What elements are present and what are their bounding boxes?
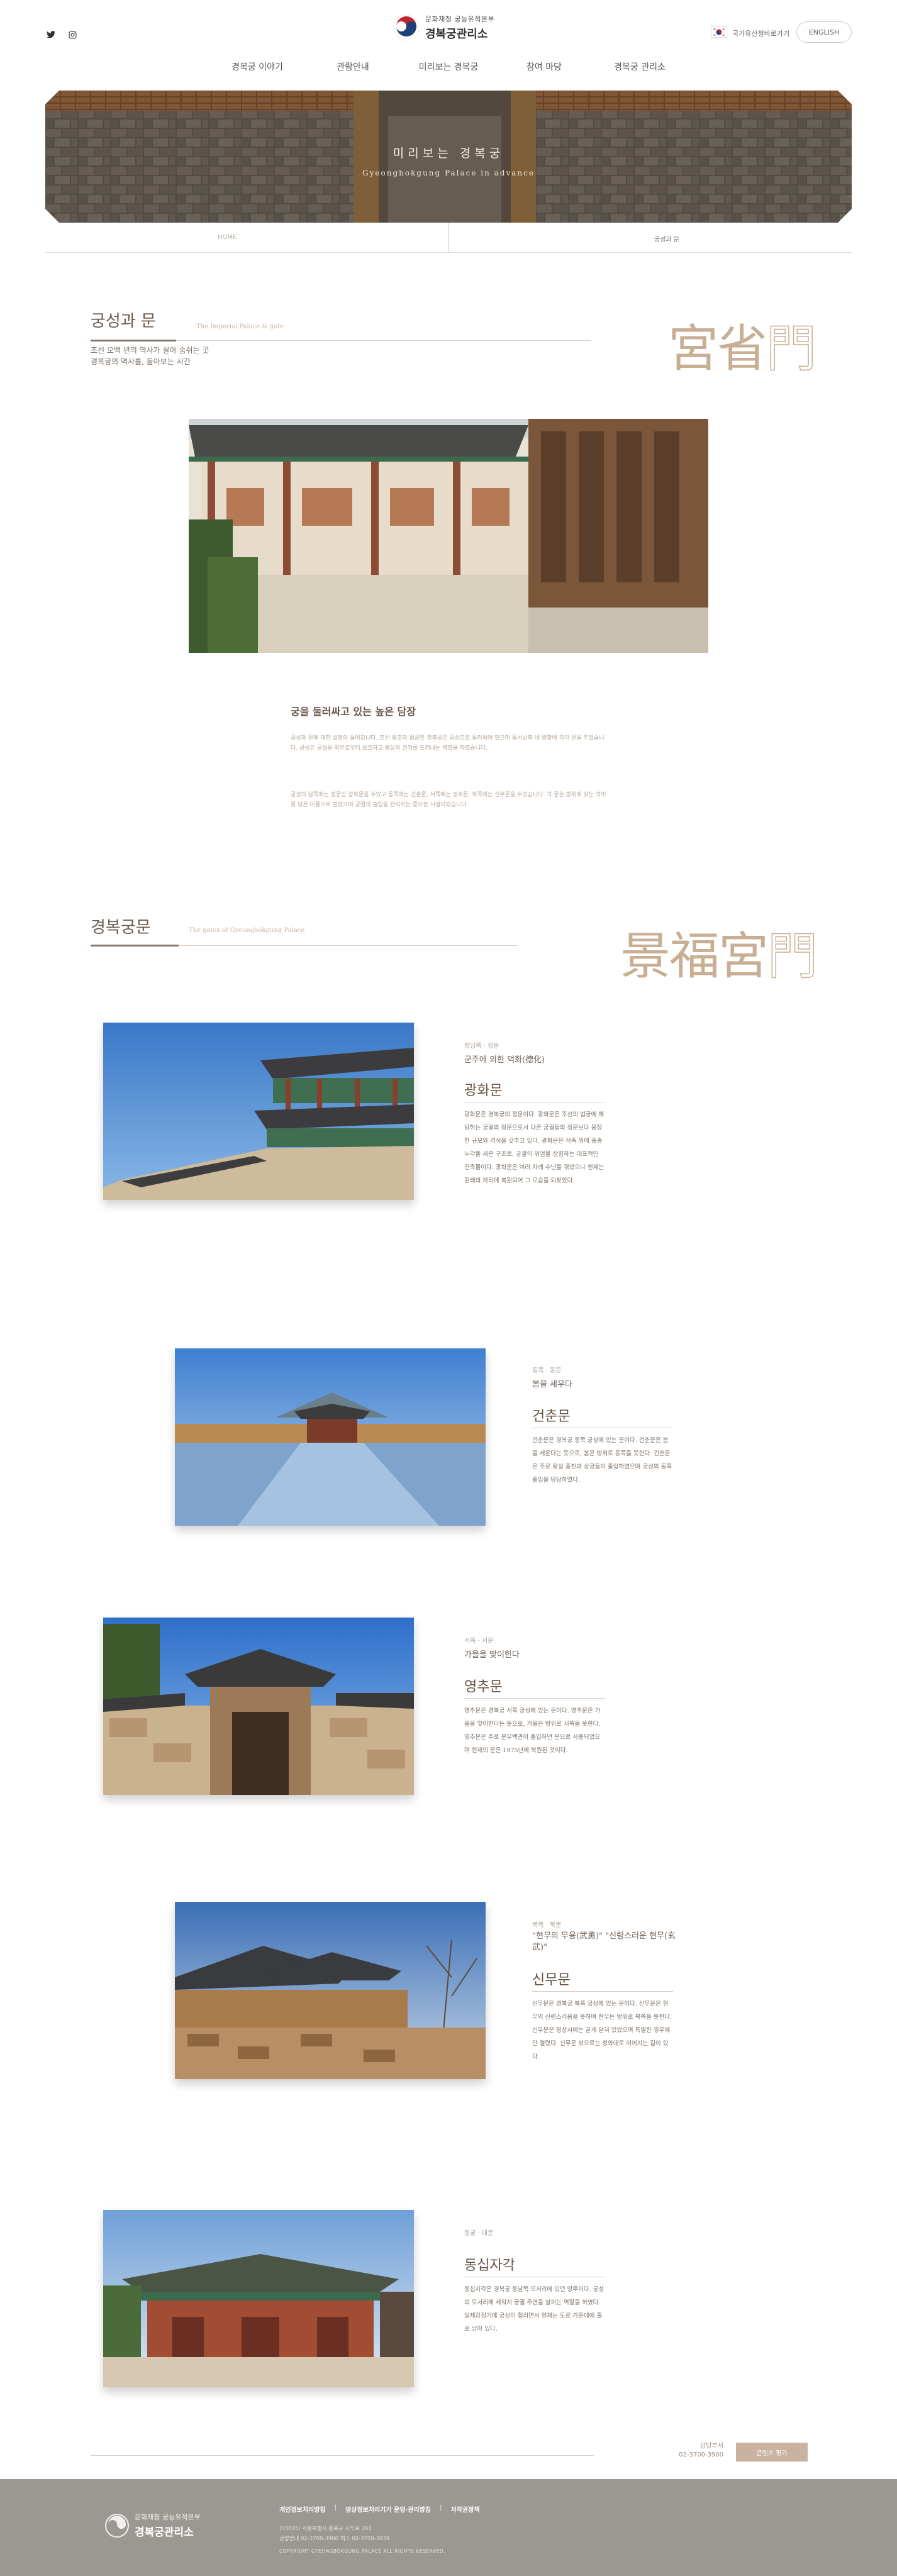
nav-participation[interactable]: 참여 마당 (496, 60, 592, 73)
location-bar: HOME 궁성과 문 (45, 223, 852, 253)
footer-logo-subtitle: 문화재청 궁능유적본부 (135, 2513, 201, 2521)
site-logo[interactable]: 문화재청 궁능유적본부 경복궁관리소 (393, 14, 494, 42)
korea-flag-icon[interactable] (711, 26, 727, 38)
privacy-policy-link[interactable]: 개인정보처리방침 (279, 2504, 326, 2514)
gate-description: 광화문은 경복궁의 정문이다. 광화문은 조선의 법궁에 해당하는 궁궐의 정문… (464, 1111, 604, 1184)
sinmumun-photo (175, 1902, 486, 2079)
gate-meta: 북쪽 · 북문 (532, 1922, 562, 1929)
walls-paragraph-1: 궁성과 문에 대한 설명이 들어갑니다. 조선 왕조의 법궁인 경복궁은 궁성으… (291, 735, 604, 752)
footer-logo-title: 경복궁관리소 (135, 2526, 194, 2539)
twitter-icon[interactable] (44, 28, 58, 42)
gate-name: 광화문 (464, 1083, 503, 1099)
nav-visitor-guide[interactable]: 관람안내 (305, 60, 401, 73)
gate-description: 동십자각은 경복궁 동남쪽 모서리에 있던 망루이다. 궁성의 모서리에 세워져… (464, 2286, 604, 2333)
section-underline (91, 340, 176, 341)
gate-rule (464, 1698, 605, 1699)
gate-rule (532, 1991, 673, 1992)
footer-links: 개인정보처리방침 | 영상정보처리기기 운영·관리방침 | 저작권정책 (279, 2504, 479, 2514)
gate-name: 영추문 (464, 1679, 503, 1695)
section-en-title: The Imperial Palace & gate (196, 323, 284, 330)
gate-name: 동십자각 (464, 2258, 515, 2273)
breadcrumb-current[interactable]: 궁성과 문 (654, 234, 679, 243)
content-divider (91, 2455, 594, 2456)
yeongchumun-photo (103, 1618, 414, 1795)
gate-tagline: "현무의 무용(武勇)" "신령스러운 현무(玄武)" (532, 1931, 676, 1952)
breadcrumb-home[interactable]: HOME (218, 234, 237, 241)
section-title-walls: 궁성과 문 (91, 312, 156, 331)
site-footer: 문화재청 궁능유적본부 경복궁관리소 개인정보처리방침 | 영상정보처리기기 운… (0, 2479, 897, 2576)
main-navigation: 경복궁 이야기 관람안내 미리보는 경복궁 참여 마당 경복궁 관리소 (0, 60, 897, 73)
dongsipjagak-photo (103, 2210, 414, 2387)
footer-separator: | (440, 2504, 442, 2511)
gate-meta: 동궁 · 대문 (464, 2230, 494, 2237)
inquiry-label: 담당부서 (700, 2443, 723, 2450)
footer-emblem-icon (105, 2513, 129, 2538)
gate-description: 신무문은 경복궁 북쪽 궁성에 있는 문이다. 신무문은 현무의 신령스러움을 … (532, 2001, 672, 2060)
hero-title: 미리보는 경복궁 (393, 147, 504, 160)
site-header: 문화재청 궁능유적본부 경복궁관리소 국가유산청바로가기 ENGLISH 경복궁… (0, 0, 897, 88)
gate-meta: 정남쪽 · 정문 (464, 1043, 499, 1050)
palace-building-photo (189, 419, 708, 653)
copyright-policy-link[interactable]: 저작권정책 (450, 2504, 479, 2514)
emblem-icon (393, 14, 420, 41)
section-line (176, 340, 591, 341)
gate-tagline: 봄을 세우다 (532, 1380, 572, 1389)
hero-banner: 미리보는 경복궁 Gyeongbokgung Palace in advance (45, 91, 852, 223)
hero-subtitle: Gyeongbokgung Palace in advance (362, 169, 535, 177)
section-hanja-title: 宮省門 (668, 319, 817, 379)
footer-logo[interactable]: 문화재청 궁능유적본부 경복궁관리소 (104, 2512, 201, 2539)
footer-separator: | (334, 2504, 337, 2511)
cctv-policy-link[interactable]: 영상정보처리기기 운영·관리방침 (345, 2504, 431, 2514)
inquiry-phone: 02-3700-3900 (679, 2451, 723, 2458)
gate-tagline: 군주에 의한 덕화(德化) (464, 1055, 545, 1065)
geonchunmun-photo (175, 1348, 486, 1526)
nav-management-office[interactable]: 경복궁 관리소 (592, 60, 688, 73)
section-underline (91, 945, 179, 947)
footer-copyright: COPYRIGHT GYEONGBOKGUNG PALACE ALL RIGHT… (279, 2548, 446, 2554)
content-rating-button[interactable]: 콘텐츠 평가 (736, 2443, 808, 2462)
gate-name: 건춘문 (532, 1409, 571, 1424)
gate-meta: 동쪽 · 동문 (532, 1367, 562, 1374)
gate-tagline: 가을을 맞이한다 (464, 1650, 520, 1660)
walls-paragraph-2: 궁성의 남쪽에는 정문인 광화문을 두었고 동쪽에는 건춘문, 서쪽에는 영추문… (291, 792, 606, 808)
english-button[interactable]: ENGLISH (796, 21, 852, 43)
heritage-agency-link[interactable]: 국가유산청바로가기 (732, 28, 789, 38)
nav-gyeongbokgung-story[interactable]: 경복궁 이야기 (209, 60, 305, 73)
gwanghwamun-photo (103, 1023, 414, 1200)
logo-title: 경복궁관리소 (425, 28, 488, 41)
footer-address: (03045) 서울특별시 종로구 사직로 161 (279, 2526, 372, 2532)
footer-contact: 관람안내 02-3700-3900 팩스 02-3700-3939 (279, 2536, 390, 2542)
walls-heading: 궁을 둘러싸고 있는 높은 담장 (291, 706, 416, 718)
gate-description: 건춘문은 경복궁 동쪽 궁성에 있는 문이다. 건춘문은 봄을 세운다는 뜻으로… (532, 1437, 672, 1484)
section-hanja-title: 景福宮門 (620, 926, 818, 986)
instagram-icon[interactable] (65, 28, 79, 42)
section-en-title: The gates of Gyeongbokgung Palace (189, 927, 305, 934)
section-title-gates: 경복궁문 (91, 918, 151, 937)
gate-meta: 서쪽 · 서문 (464, 1638, 494, 1645)
gate-description: 영추문은 경복궁 서쪽 궁성에 있는 문이다. 영추문은 가을을 맞이한다는 뜻… (464, 1707, 601, 1754)
logo-subtitle: 문화재청 궁능유적본부 (425, 15, 495, 23)
gate-name: 신무문 (532, 1972, 571, 1988)
section-line (179, 945, 518, 946)
section-description: 조선 오백 년의 역사가 살아 숨쉬는 곳 경복궁의 역사를, 돌아보는 시간 (91, 346, 209, 366)
nav-preview[interactable]: 미리보는 경복궁 (401, 60, 496, 73)
